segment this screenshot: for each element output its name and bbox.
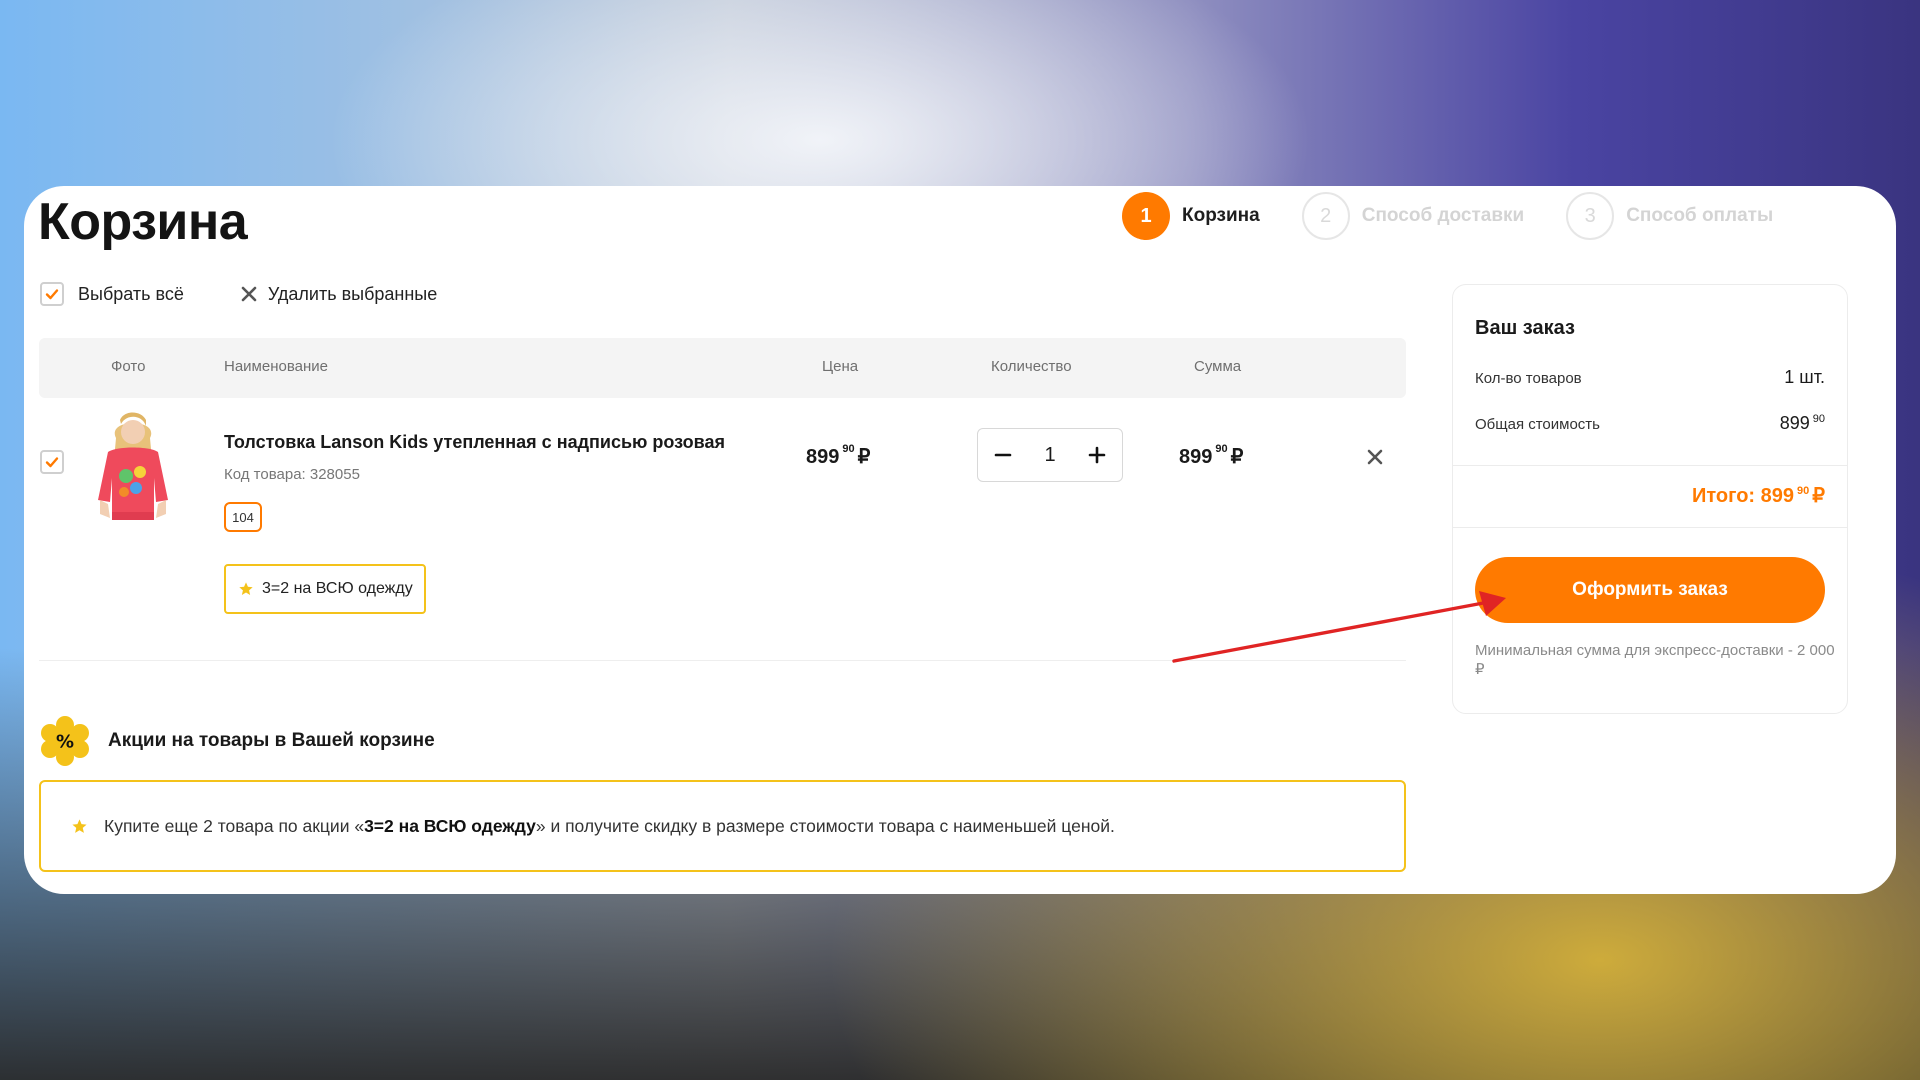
item-sum: 899 90 ₽ <box>1179 443 1244 468</box>
page-title: Корзина <box>38 193 248 251</box>
star-icon <box>239 582 253 595</box>
summary-count-label: Кол-во товаров <box>1475 370 1582 387</box>
header-name: Наименование <box>224 358 328 375</box>
step-cart[interactable]: 1 Корзина <box>1122 192 1260 240</box>
checkout-button[interactable]: Оформить заказ <box>1475 557 1825 623</box>
percent-badge-icon: % <box>41 716 89 766</box>
svg-text:%: % <box>56 732 74 753</box>
checkout-steps: 1 Корзина 2 Способ доставки 3 Способ опл… <box>1122 192 1815 240</box>
summary-cost-label: Общая стоимость <box>1475 416 1600 433</box>
header-quantity: Количество <box>991 358 1072 375</box>
item-promo-label: 3=2 на ВСЮ одежду <box>262 580 413 597</box>
select-all-checkbox[interactable] <box>40 282 64 306</box>
step-number: 3 <box>1566 192 1615 240</box>
step-payment[interactable]: 3 Способ оплаты <box>1566 192 1773 240</box>
product-photo[interactable] <box>86 408 180 526</box>
plus-icon <box>1088 446 1106 464</box>
step-label: Корзина <box>1182 205 1260 226</box>
cart-card: Корзина 1 Корзина 2 Способ доставки 3 Сп… <box>24 186 1896 894</box>
summary-title: Ваш заказ <box>1475 317 1575 339</box>
close-icon <box>241 286 257 302</box>
remove-item-icon[interactable] <box>1366 448 1384 466</box>
table-header: Фото Наименование Цена Количество Сумма <box>39 338 1406 398</box>
summary-total: Итого: 899 90 ₽ <box>1692 485 1825 507</box>
size-badge: 104 <box>224 502 262 532</box>
step-label: Способ доставки <box>1361 205 1525 226</box>
product-code: Код товара: 328055 <box>224 466 360 483</box>
step-label: Способ оплаты <box>1626 205 1774 226</box>
promotions-header: % Акции на товары в Вашей корзине <box>38 716 435 766</box>
minus-icon <box>994 453 1012 457</box>
delete-selected-label: Удалить выбранные <box>267 283 438 304</box>
promotions-title: Акции на товары в Вашей корзине <box>108 730 435 751</box>
select-all-label[interactable]: Выбрать всё <box>78 284 184 305</box>
summary-divider <box>1453 527 1847 528</box>
bulk-actions: Выбрать всё Удалить выбранные <box>40 282 437 306</box>
step-number: 2 <box>1301 192 1350 240</box>
delete-selected-button[interactable]: Удалить выбранные <box>240 284 437 305</box>
quantity-value[interactable]: 1 <box>1044 444 1055 467</box>
quantity-decrease-button[interactable] <box>992 444 1014 466</box>
quantity-stepper: 1 <box>977 428 1123 482</box>
promotion-text: Купите еще 2 товара по акции «3=2 на ВСЮ… <box>104 815 1115 836</box>
summary-divider <box>1453 465 1847 466</box>
item-price: 899 90 ₽ <box>806 443 871 468</box>
step-number: 1 <box>1122 192 1170 240</box>
summary-count-value: 1 шт. <box>1784 367 1825 387</box>
quantity-increase-button[interactable] <box>1086 444 1108 466</box>
express-delivery-note: Минимальная сумма для экспресс-доставки … <box>1475 642 1835 678</box>
row-divider <box>39 660 1406 661</box>
product-name[interactable]: Толстовка Lanson Kids утепленная с надпи… <box>224 432 725 453</box>
item-checkbox[interactable] <box>40 450 64 474</box>
header-price: Цена <box>822 358 859 375</box>
header-sum: Сумма <box>1194 358 1242 375</box>
order-summary: Ваш заказ Кол-во товаров 1 шт. Общая сто… <box>1452 284 1848 714</box>
star-icon <box>72 818 87 833</box>
step-delivery[interactable]: 2 Способ доставки <box>1301 192 1525 240</box>
summary-cost-row: Общая стоимость 899 90 <box>1475 413 1825 434</box>
promotion-message: Купите еще 2 товара по акции «3=2 на ВСЮ… <box>39 780 1406 872</box>
header-photo: Фото <box>111 358 146 375</box>
checkmark-icon <box>45 457 59 468</box>
item-promo-badge[interactable]: 3=2 на ВСЮ одежду <box>224 564 426 614</box>
summary-count-row: Кол-во товаров 1 шт. <box>1475 367 1825 388</box>
promotion-link[interactable]: 3=2 на ВСЮ одежду <box>364 816 536 836</box>
summary-cost-value: 899 90 <box>1779 413 1825 433</box>
checkmark-icon <box>45 289 59 300</box>
